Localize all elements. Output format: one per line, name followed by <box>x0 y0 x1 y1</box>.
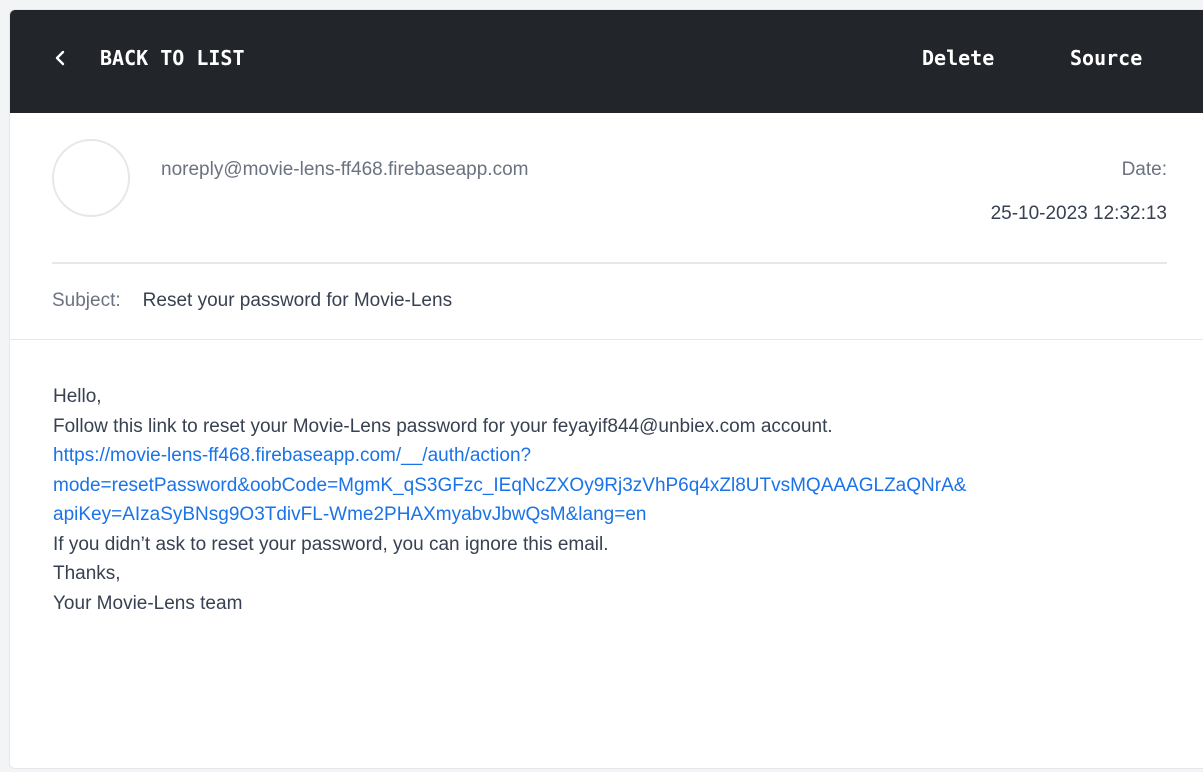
delete-button[interactable]: Delete <box>922 46 994 70</box>
chevron-left-icon <box>54 47 74 69</box>
reset-link-line-1[interactable]: https://movie-lens-ff468.firebaseapp.com… <box>53 441 1169 471</box>
email-header: noreply@movie-lens-ff468.firebaseapp.com… <box>10 113 1203 340</box>
signature-text: Your Movie-Lens team <box>53 592 243 614</box>
instruction-text: Follow this link to reset your Movie-Len… <box>53 415 833 437</box>
date-label: Date: <box>1121 159 1167 180</box>
subject-row: Subject: Reset your password for Movie-L… <box>52 290 452 312</box>
email-body: Hello, Follow this link to reset your Mo… <box>10 340 1203 618</box>
top-bar: BACK TO LIST Delete Source <box>10 10 1203 113</box>
avatar <box>52 139 130 217</box>
date-value: 25-10-2023 12:32:13 <box>990 203 1167 224</box>
source-button[interactable]: Source <box>1070 46 1142 70</box>
subject-label: Subject: <box>52 290 121 311</box>
subject-value: Reset your password for Movie-Lens <box>142 290 453 311</box>
header-divider <box>52 262 1167 264</box>
email-card: BACK TO LIST Delete Source noreply@movie… <box>9 9 1203 769</box>
reset-link-line-3[interactable]: apiKey=AIzaSyBNsg9O3TdivFL-Wme2PHAXmyabv… <box>53 500 1169 530</box>
reset-link-line-2[interactable]: mode=resetPassword&oobCode=MgmK_qS3GFzc_… <box>53 471 1169 501</box>
greeting-text: Hello, <box>53 386 102 407</box>
sender-address: noreply@movie-lens-ff468.firebaseapp.com <box>161 159 529 180</box>
back-to-list-label: BACK TO LIST <box>100 46 245 70</box>
back-to-list-button[interactable]: BACK TO LIST <box>54 46 245 70</box>
thanks-text: Thanks, <box>53 563 121 584</box>
reset-password-link[interactable]: https://movie-lens-ff468.firebaseapp.com… <box>53 441 1169 530</box>
ignore-note-text: If you didn’t ask to reset your password… <box>53 533 609 555</box>
